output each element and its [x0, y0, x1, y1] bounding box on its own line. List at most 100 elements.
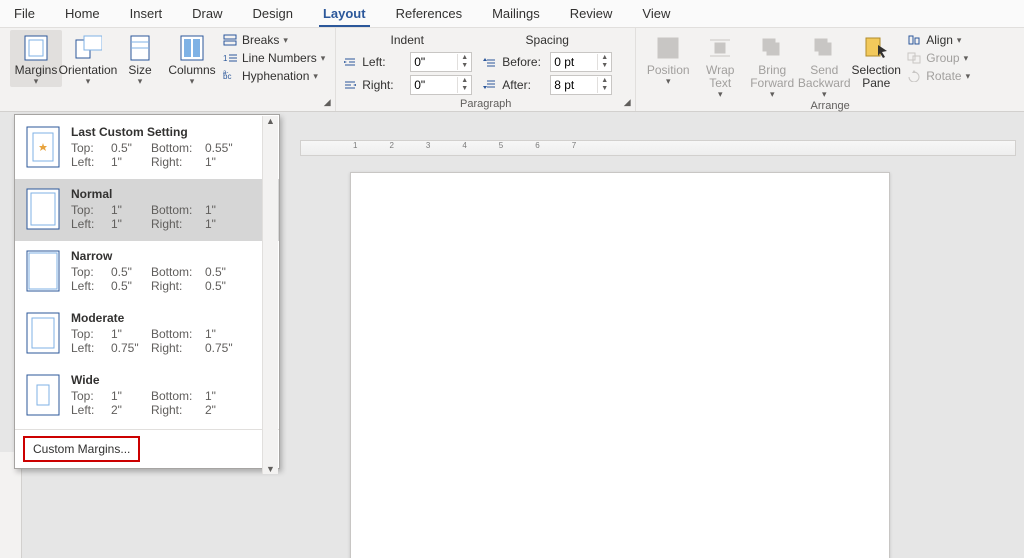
orientation-icon — [74, 34, 102, 62]
margin-preset-name: Last Custom Setting — [71, 125, 269, 139]
size-button[interactable]: Size ▾ — [114, 30, 166, 87]
size-icon — [126, 34, 154, 62]
margin-preset-name: Normal — [71, 187, 269, 201]
paragraph-group-label: Paragraph — [342, 98, 629, 111]
margin-preset-text: ModerateTop:1"Bottom:1"Left:0.75"Right:0… — [71, 311, 269, 355]
bring-forward-icon — [758, 34, 786, 62]
spin-up-icon[interactable]: ▲ — [458, 77, 471, 85]
tab-view[interactable]: View — [638, 2, 674, 27]
panel-scrollbar[interactable]: ▲ ▼ — [262, 116, 278, 474]
spacing-before-label: Before: — [502, 55, 546, 69]
spin-up-icon[interactable]: ▲ — [598, 54, 611, 62]
selection-pane-button[interactable]: Selection Pane — [850, 30, 902, 92]
chevron-down-icon: ▾ — [666, 77, 671, 85]
tab-insert[interactable]: Insert — [126, 2, 167, 27]
custom-margins-button[interactable]: Custom Margins... — [23, 436, 140, 462]
chevron-down-icon: ▾ — [190, 77, 195, 85]
document-page[interactable] — [350, 172, 890, 558]
group-objects-label: Group — [926, 51, 959, 65]
indent-right-input[interactable] — [411, 76, 457, 94]
indent-left-input[interactable] — [411, 53, 457, 71]
tab-home[interactable]: Home — [61, 2, 104, 27]
group-arrange: Position ▾ Wrap Text ▾ Bring Forward ▾ — [636, 28, 1024, 111]
indent-right-icon — [342, 78, 358, 92]
horizontal-ruler[interactable]: 1234567 — [300, 140, 1016, 156]
tab-mailings[interactable]: Mailings — [488, 2, 544, 27]
send-backward-label: Send Backward — [798, 64, 851, 90]
document-workspace: 1234567 Last Custom SettingTop:0.5"Botto… — [0, 112, 1024, 558]
breaks-button[interactable]: Breaks ▾ — [218, 32, 329, 48]
margin-preset-icon — [25, 125, 61, 169]
svg-text:a-: a- — [223, 70, 228, 76]
hyphenation-icon: bca- — [222, 69, 238, 83]
margin-preset-text: NormalTop:1"Bottom:1"Left:1"Right:1" — [71, 187, 269, 231]
tab-references[interactable]: References — [392, 2, 466, 27]
group-page-setup: Margins ▾ Orientation ▾ Size ▾ — [4, 28, 336, 111]
chevron-down-icon: ▾ — [770, 90, 775, 98]
svg-text:1: 1 — [223, 54, 228, 63]
indent-right-label: Right: — [362, 78, 406, 92]
tab-draw[interactable]: Draw — [188, 2, 226, 27]
scroll-up-icon[interactable]: ▲ — [263, 116, 278, 126]
selection-pane-icon — [862, 34, 890, 62]
position-button[interactable]: Position ▾ — [642, 30, 694, 87]
spacing-after-spinbox[interactable]: ▲▼ — [550, 75, 612, 95]
align-label: Align — [926, 33, 953, 47]
align-icon — [906, 33, 922, 47]
spin-up-icon[interactable]: ▲ — [458, 54, 471, 62]
margin-preset-icon — [25, 249, 61, 293]
tab-review[interactable]: Review — [566, 2, 617, 27]
margin-preset-item[interactable]: NarrowTop:0.5"Bottom:0.5"Left:0.5"Right:… — [15, 241, 279, 303]
indent-left-label: Left: — [362, 55, 406, 69]
bring-forward-button[interactable]: Bring Forward ▾ — [746, 30, 798, 100]
spin-down-icon[interactable]: ▼ — [458, 62, 471, 70]
indent-left-spinbox[interactable]: ▲▼ — [410, 52, 472, 72]
tab-layout[interactable]: Layout — [319, 2, 370, 27]
wrap-text-button[interactable]: Wrap Text ▾ — [694, 30, 746, 100]
spin-down-icon[interactable]: ▼ — [458, 85, 471, 93]
spacing-before-spinbox[interactable]: ▲▼ — [550, 52, 612, 72]
margin-preset-name: Moderate — [71, 311, 269, 325]
ribbon-layout: Margins ▾ Orientation ▾ Size ▾ — [0, 28, 1024, 112]
margins-button[interactable]: Margins ▾ — [10, 30, 62, 87]
spin-down-icon[interactable]: ▼ — [598, 62, 611, 70]
hyphenation-button[interactable]: bca- Hyphenation ▾ — [218, 68, 329, 84]
margin-preset-text: NarrowTop:0.5"Bottom:0.5"Left:0.5"Right:… — [71, 249, 269, 293]
margins-dropdown-panel: Last Custom SettingTop:0.5"Bottom:0.55"L… — [14, 114, 280, 469]
chevron-down-icon: ▾ — [138, 77, 143, 85]
tab-design[interactable]: Design — [249, 2, 297, 27]
tab-file[interactable]: File — [10, 2, 39, 27]
spacing-after-label: After: — [502, 78, 546, 92]
chevron-down-icon: ▾ — [822, 90, 827, 98]
scroll-down-icon[interactable]: ▼ — [263, 464, 278, 474]
spin-down-icon[interactable]: ▼ — [598, 85, 611, 93]
columns-button[interactable]: Columns ▾ — [166, 30, 218, 87]
margin-preset-item[interactable]: NormalTop:1"Bottom:1"Left:1"Right:1" — [15, 179, 279, 241]
paragraph-dialog-launcher[interactable]: ◢ — [621, 97, 633, 109]
chevron-down-icon: ▾ — [966, 71, 971, 82]
line-numbers-icon: 1 — [222, 51, 238, 65]
columns-icon — [178, 34, 206, 62]
group-icon — [906, 51, 922, 65]
page-setup-dialog-launcher[interactable]: ◢ — [321, 97, 333, 109]
rotate-label: Rotate — [926, 69, 961, 83]
margin-preset-item[interactable]: Last Custom SettingTop:0.5"Bottom:0.55"L… — [15, 117, 279, 179]
margin-preset-item[interactable]: ModerateTop:1"Bottom:1"Left:0.75"Right:0… — [15, 303, 279, 365]
indent-right-spinbox[interactable]: ▲▼ — [410, 75, 472, 95]
group-objects-button[interactable]: Group ▾ — [902, 50, 974, 66]
spin-up-icon[interactable]: ▲ — [598, 77, 611, 85]
rotate-button[interactable]: Rotate ▾ — [902, 68, 974, 84]
chevron-down-icon: ▾ — [86, 77, 91, 85]
orientation-button[interactable]: Orientation ▾ — [62, 30, 114, 87]
line-numbers-label: Line Numbers — [242, 51, 317, 65]
send-backward-button[interactable]: Send Backward ▾ — [798, 30, 850, 100]
chevron-down-icon: ▾ — [957, 35, 962, 46]
spacing-before-input[interactable] — [551, 53, 597, 71]
chevron-down-icon: ▾ — [964, 53, 969, 64]
margin-preset-item[interactable]: WideTop:1"Bottom:1"Left:2"Right:2" — [15, 365, 279, 427]
line-numbers-button[interactable]: 1 Line Numbers ▾ — [218, 50, 329, 66]
chevron-down-icon: ▾ — [313, 71, 318, 82]
align-button[interactable]: Align ▾ — [902, 32, 974, 48]
wrap-text-icon — [706, 34, 734, 62]
spacing-after-input[interactable] — [551, 76, 597, 94]
